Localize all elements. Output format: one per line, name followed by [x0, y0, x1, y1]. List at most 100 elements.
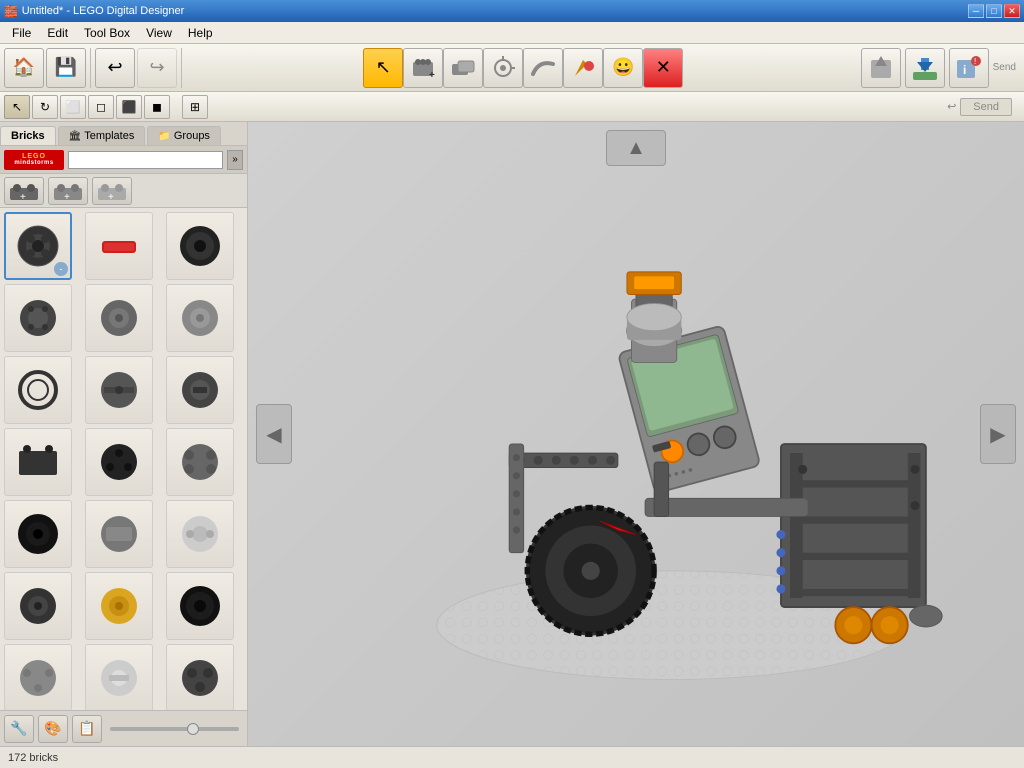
bottom-tool-2[interactable]: 🎨 [38, 715, 68, 743]
content-area: Bricks 🏛 Templates 📁 Groups LEGO mindsto… [0, 122, 1024, 746]
tab-groups[interactable]: 📁 Groups [147, 126, 221, 145]
box-select-tool[interactable]: ◻ [88, 95, 114, 119]
menu-view[interactable]: View [138, 24, 180, 42]
brick-item-11[interactable] [85, 428, 153, 496]
brick-item-19[interactable] [4, 644, 72, 710]
menu-file[interactable]: File [4, 24, 39, 42]
send-area: ↩ Send [947, 98, 1020, 116]
title-bar-left: 🧱 Untitled* - LEGO Digital Designer [4, 5, 184, 18]
model-container [328, 172, 944, 716]
panel-collapse-button[interactable]: » [227, 150, 243, 170]
zoom-thumb[interactable] [187, 723, 199, 735]
lego-model-svg [328, 164, 944, 724]
frame-tool[interactable]: ⬜ [60, 95, 86, 119]
brick-item-13[interactable] [4, 500, 72, 568]
brick-item-9[interactable] [166, 356, 234, 424]
brick-item-10[interactable] [4, 428, 72, 496]
brick-item-7[interactable] [4, 356, 72, 424]
navigate-up-button[interactable]: ▲ [606, 130, 666, 166]
title-bar-controls: ─ □ ✕ [968, 4, 1020, 18]
send-button[interactable]: Send [960, 98, 1012, 116]
panel-tabs: Bricks 🏛 Templates 📁 Groups [0, 122, 247, 146]
hinge-button[interactable] [483, 48, 523, 88]
grid-tool[interactable]: ⊞ [182, 95, 208, 119]
zoom-slider[interactable] [110, 727, 239, 731]
brick-item-8[interactable] [85, 356, 153, 424]
bottom-tool-1[interactable]: 🔧 [4, 715, 34, 743]
brick-item-12[interactable] [166, 428, 234, 496]
search-input[interactable] [68, 151, 223, 169]
secondary-toolbar: ↖ ↻ ⬜ ◻ ⬛ ◼ ⊞ ↩ Send [0, 92, 1024, 122]
delete-button[interactable]: ✕ [643, 48, 683, 88]
svg-text:+: + [20, 192, 26, 202]
close-button[interactable]: ✕ [1004, 4, 1020, 18]
select-tool[interactable]: ↖ [4, 95, 30, 119]
svg-text:!: ! [974, 57, 976, 66]
main-toolbar: 🏠 💾 ↩ ↪ ↖ + [0, 44, 1024, 92]
bottom-tool-3[interactable]: 📋 [72, 715, 102, 743]
toolbar-undo-group: ↩ ↪ [95, 48, 182, 88]
menu-toolbox[interactable]: Tool Box [76, 24, 138, 42]
undo-button[interactable]: ↩ [95, 48, 135, 88]
brick-item-6[interactable] [166, 284, 234, 352]
brick-count: 172 bricks [8, 752, 58, 764]
menu-bar: File Edit Tool Box View Help [0, 22, 1024, 44]
flex-tube-button[interactable] [523, 48, 563, 88]
brick-item-17[interactable] [85, 572, 153, 640]
category-bar: + + + [0, 174, 247, 208]
pan-tool[interactable]: ◼ [144, 95, 170, 119]
app-icon: 🧱 [4, 5, 18, 18]
cursor-tool-button[interactable]: ↖ [363, 48, 403, 88]
tab-templates[interactable]: 🏛 Templates [58, 126, 146, 145]
brick-item-21[interactable] [166, 644, 234, 710]
rotate-tool[interactable]: ↻ [32, 95, 58, 119]
brick-item-5[interactable] [85, 284, 153, 352]
brick-item-16[interactable] [4, 572, 72, 640]
paint-button[interactable] [563, 48, 603, 88]
brick-grid: - [0, 208, 247, 710]
minimize-button[interactable]: ─ [968, 4, 984, 18]
left-panel: Bricks 🏛 Templates 📁 Groups LEGO mindsto… [0, 122, 248, 746]
menu-help[interactable]: Help [180, 24, 221, 42]
window-title: Untitled* - LEGO Digital Designer [22, 5, 185, 17]
brick-item-1[interactable]: - [4, 212, 72, 280]
svg-text:i: i [963, 63, 966, 77]
maximize-button[interactable]: □ [986, 4, 1002, 18]
bottom-panel: 🔧 🎨 📋 [0, 710, 247, 746]
mindstorms-logo: LEGO mindstorms [4, 150, 64, 170]
brick-add-1[interactable]: - [54, 262, 68, 276]
category-button-1[interactable]: + [4, 177, 44, 205]
brick-item-15[interactable] [166, 500, 234, 568]
minifig-button[interactable]: 😀 [603, 48, 643, 88]
brick-item-18[interactable] [166, 572, 234, 640]
status-bar: 172 bricks [0, 746, 1024, 768]
brick-item-3[interactable] [166, 212, 234, 280]
svg-text:+: + [64, 192, 70, 202]
add-brick-button[interactable]: + [403, 48, 443, 88]
publish-button[interactable] [861, 48, 901, 88]
toolbar-right-group: i ! Send [861, 48, 1016, 88]
home-button[interactable]: 🏠 [4, 48, 44, 88]
menu-edit[interactable]: Edit [39, 24, 76, 42]
save-button[interactable]: 💾 [46, 48, 86, 88]
svg-text:+: + [108, 192, 114, 202]
search-bar: LEGO mindstorms » [0, 146, 247, 174]
toolbar-center-group: ↖ + [186, 48, 861, 88]
brick-item-20[interactable] [85, 644, 153, 710]
download-button[interactable] [905, 48, 945, 88]
tab-bricks[interactable]: Bricks [0, 126, 56, 145]
clone-button[interactable] [443, 48, 483, 88]
category-button-3[interactable]: + [92, 177, 132, 205]
redo-button[interactable]: ↪ [137, 48, 177, 88]
brick-item-14[interactable] [85, 500, 153, 568]
lasso-tool[interactable]: ⬛ [116, 95, 142, 119]
toolbar-left-group: 🏠 💾 [4, 48, 91, 88]
brick-item-2[interactable] [85, 212, 153, 280]
navigate-right-button[interactable]: ▶ [980, 404, 1016, 464]
category-button-2[interactable]: + [48, 177, 88, 205]
brick-item-4[interactable] [4, 284, 72, 352]
svg-text:+: + [429, 70, 435, 81]
navigate-left-button[interactable]: ◀ [256, 404, 292, 464]
send-status: ↩ [947, 100, 956, 113]
info-button[interactable]: i ! [949, 48, 989, 88]
